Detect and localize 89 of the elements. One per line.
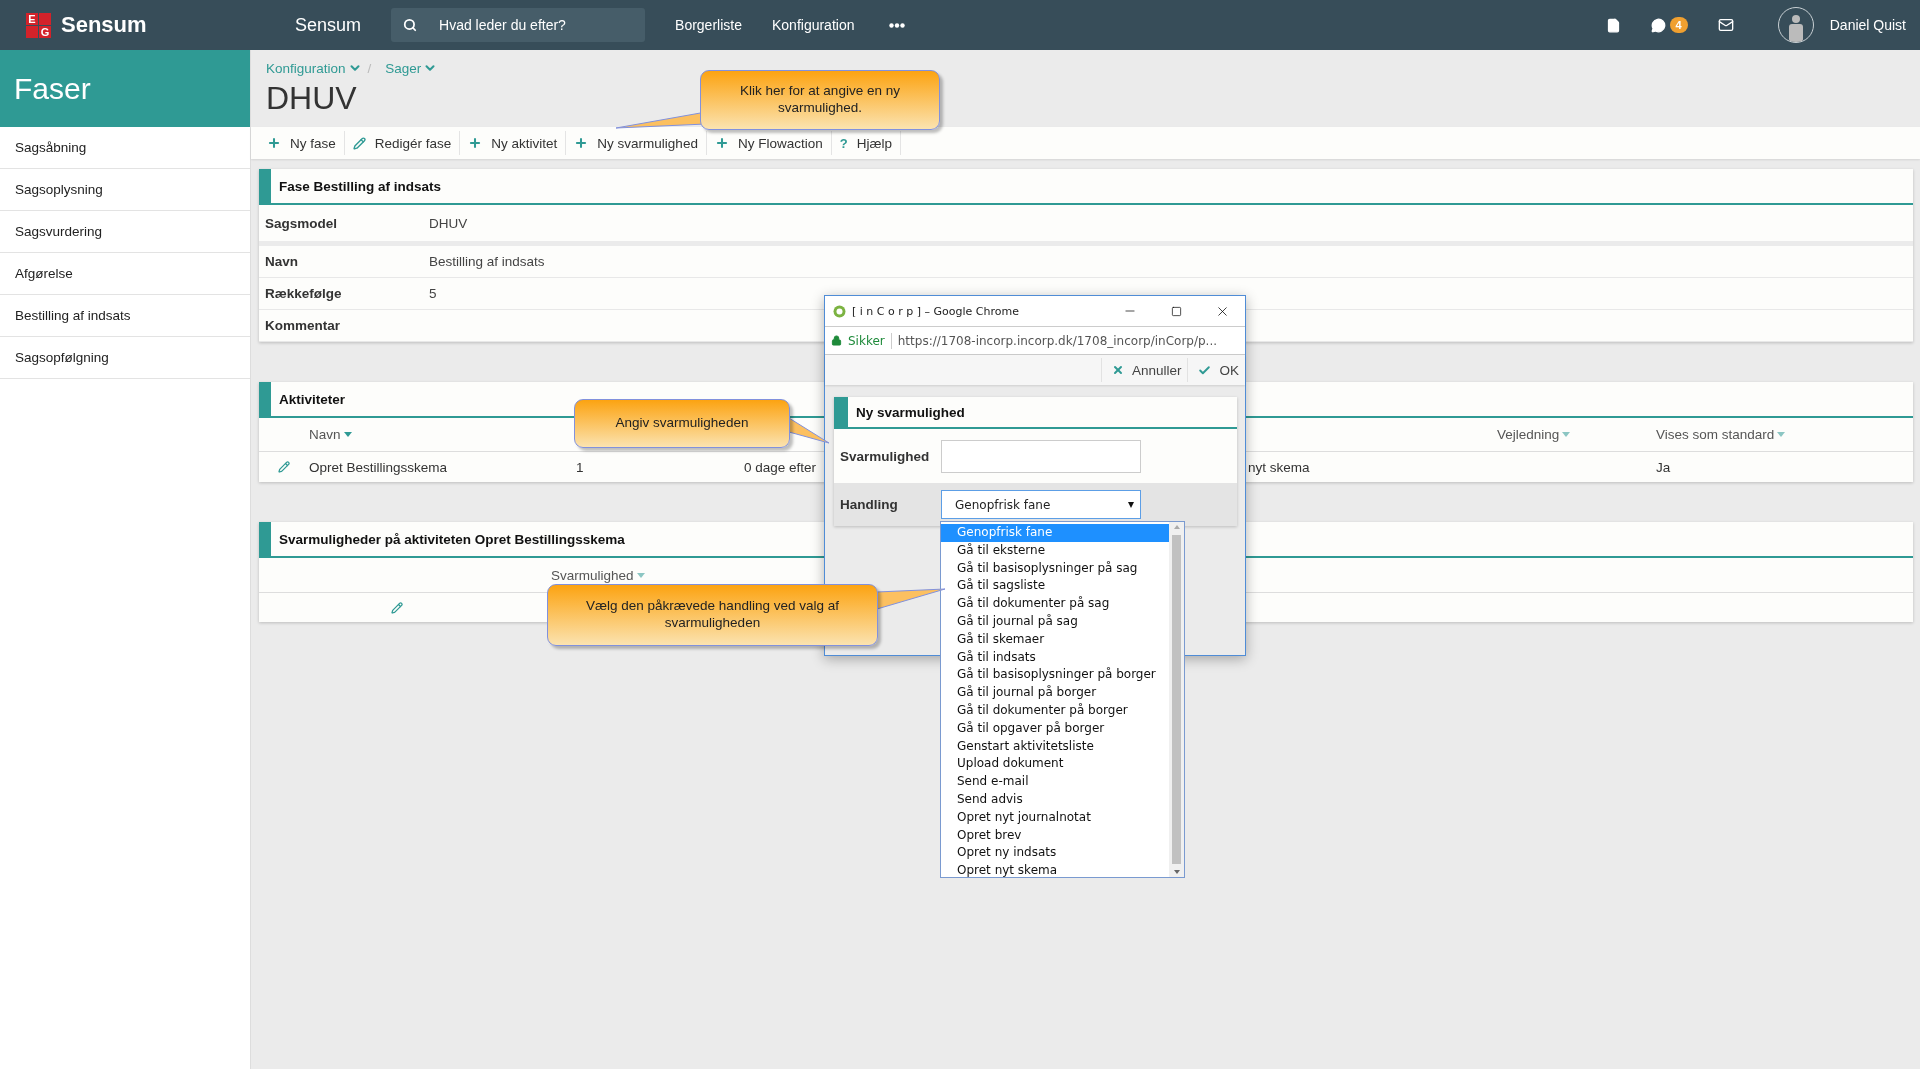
column-header[interactable]: Vises som standard bbox=[1656, 427, 1913, 442]
dropdown-option[interactable]: Gå til dokumenter på borger bbox=[941, 701, 1169, 720]
plus-icon bbox=[267, 136, 281, 150]
sidebar-title: Faser bbox=[0, 50, 250, 127]
field-value: Bestilling af indsats bbox=[429, 254, 546, 269]
url-text: https://1708-incorp.incorp.dk/1708_incorp/inCorp/p... bbox=[897, 333, 1218, 348]
toolbar-button[interactable]: ? Hjælp bbox=[831, 131, 901, 155]
plus-icon bbox=[714, 136, 729, 150]
ok-button[interactable]: OK bbox=[1187, 358, 1245, 382]
dropdown-option[interactable]: Send advis bbox=[941, 790, 1169, 809]
secure-label: Sikker bbox=[848, 333, 885, 348]
pencil-icon bbox=[352, 136, 366, 150]
dropdown-option[interactable]: Upload dokument bbox=[941, 755, 1169, 774]
maximize-icon bbox=[1170, 305, 1182, 317]
question-icon: ? bbox=[839, 135, 848, 151]
sidebar-item[interactable]: Sagsåbning bbox=[0, 127, 250, 169]
table-cell-text: nyt skema bbox=[1248, 459, 1311, 475]
field-label: Handling bbox=[840, 497, 899, 512]
logo-text: Sensum bbox=[61, 12, 147, 38]
dropdown-option[interactable]: Gå til basisoplysninger på sag bbox=[941, 559, 1169, 578]
field-value: 5 bbox=[429, 286, 438, 301]
breadcrumb-separator: / bbox=[367, 60, 372, 76]
field-label: Svarmulighed bbox=[840, 448, 931, 464]
table-cell-text: Opret Bestillingsskema bbox=[309, 459, 449, 475]
field-label: Navn bbox=[265, 254, 299, 269]
panel-title: Fase Bestilling af indsats bbox=[259, 169, 1913, 205]
toolbar-button[interactable]: Ny fase bbox=[259, 131, 345, 155]
callout: Klik her for at angive en ny svarmulighed. bbox=[700, 70, 940, 130]
page-title: DHUV bbox=[266, 79, 357, 117]
field-label: Sagsmodel bbox=[265, 215, 339, 231]
chat-icon[interactable] bbox=[1650, 17, 1666, 33]
plus-icon bbox=[574, 136, 589, 150]
browser-icon bbox=[833, 304, 846, 318]
dropdown-option[interactable]: Gå til journal på sag bbox=[941, 613, 1169, 631]
sidebar-item[interactable]: Bestilling af indsats bbox=[0, 295, 250, 337]
dropdown-option[interactable]: Gå til basisoplysninger på borger bbox=[941, 666, 1169, 685]
dropdown-option[interactable]: Gå til dokumenter på sag bbox=[941, 595, 1169, 613]
column-header[interactable]: Vejledning bbox=[1497, 427, 1656, 442]
pencil-icon[interactable] bbox=[390, 601, 403, 614]
table-cell-text: 1 bbox=[576, 459, 585, 475]
field-label: Kommentar bbox=[265, 318, 341, 333]
dropdown-option[interactable]: Gå til sagsliste bbox=[941, 577, 1169, 596]
toolbar-button[interactable]: Ny svarmulighed bbox=[566, 131, 707, 155]
window-title: [ i n C o r p ] – Google Chrome bbox=[852, 304, 1019, 318]
sidebar-item[interactable]: Sagsoplysning bbox=[0, 169, 250, 211]
dropdown-option[interactable]: Genstart aktivitetsliste bbox=[941, 737, 1169, 756]
scrollbar[interactable] bbox=[1169, 522, 1184, 877]
dropdown-option[interactable]: Gå til skemaer bbox=[941, 630, 1169, 649]
dropdown-option[interactable]: Send e-mail bbox=[941, 773, 1169, 791]
dropdown-option[interactable]: Gå til eksterne bbox=[941, 541, 1169, 560]
column-header[interactable]: Navn bbox=[309, 427, 576, 442]
close-icon bbox=[1111, 364, 1124, 376]
document-icon[interactable] bbox=[1605, 17, 1621, 33]
search-field[interactable]: Hvad leder du efter? bbox=[391, 8, 646, 42]
nav-link[interactable]: Borgerliste bbox=[675, 17, 742, 33]
callout: Vælg den påkrævede handling ved valg af svarmuligheden bbox=[547, 584, 878, 646]
more-icon[interactable] bbox=[889, 22, 906, 28]
plus-icon bbox=[468, 136, 483, 150]
search-icon bbox=[403, 18, 418, 32]
cancel-button[interactable]: Annuller bbox=[1100, 358, 1188, 382]
check-icon bbox=[1198, 363, 1212, 377]
dropdown-option[interactable]: Opret nyt journalnotat bbox=[941, 808, 1169, 827]
table-cell-text: Ja bbox=[1656, 459, 1672, 475]
user-name[interactable]: Daniel Quist bbox=[1829, 17, 1906, 33]
sidebar-item[interactable]: Sagsvurdering bbox=[0, 211, 250, 253]
dropdown-option[interactable]: Opret brev bbox=[941, 826, 1169, 845]
field-value: DHUV bbox=[429, 215, 469, 231]
callout: Angiv svarmuligheden bbox=[574, 399, 790, 448]
notification-badge: 4 bbox=[1669, 17, 1688, 33]
dropdown-option[interactable]: Gå til opgaver på borger bbox=[941, 719, 1169, 738]
dropdown-option[interactable]: Opret ny indsats bbox=[941, 844, 1169, 863]
select-field[interactable]: Genopfrisk fane bbox=[941, 490, 1141, 519]
toolbar-button[interactable]: Ny aktivitet bbox=[460, 131, 567, 155]
input-field[interactable] bbox=[941, 439, 1141, 473]
address-bar[interactable]: Sikker https://1708-incorp.incorp.dk/1708_incorp/inCorp/p... bbox=[825, 326, 1245, 355]
sidebar-item[interactable]: Afgørelse bbox=[0, 253, 250, 295]
sidebar-item[interactable]: Sagsopfølgning bbox=[0, 337, 250, 379]
dropdown-option[interactable]: Gå til indsats bbox=[941, 648, 1169, 667]
app-title: Sensum bbox=[295, 14, 362, 36]
toolbar-button[interactable]: Ny Flowaction bbox=[706, 131, 832, 155]
dropdown-option[interactable]: Gå til journal på borger bbox=[941, 684, 1169, 702]
dropdown-option[interactable]: Opret nyt skema bbox=[941, 862, 1169, 880]
mail-icon[interactable] bbox=[1717, 17, 1734, 33]
nav-link[interactable]: Konfiguration bbox=[771, 17, 855, 33]
field-label: Rækkefølge bbox=[265, 286, 343, 301]
toolbar-button[interactable]: Redigér fase bbox=[344, 131, 461, 155]
table-cell-text: 0 dage efter bbox=[744, 459, 818, 475]
lock-icon bbox=[831, 335, 842, 346]
pencil-icon[interactable] bbox=[278, 461, 290, 473]
